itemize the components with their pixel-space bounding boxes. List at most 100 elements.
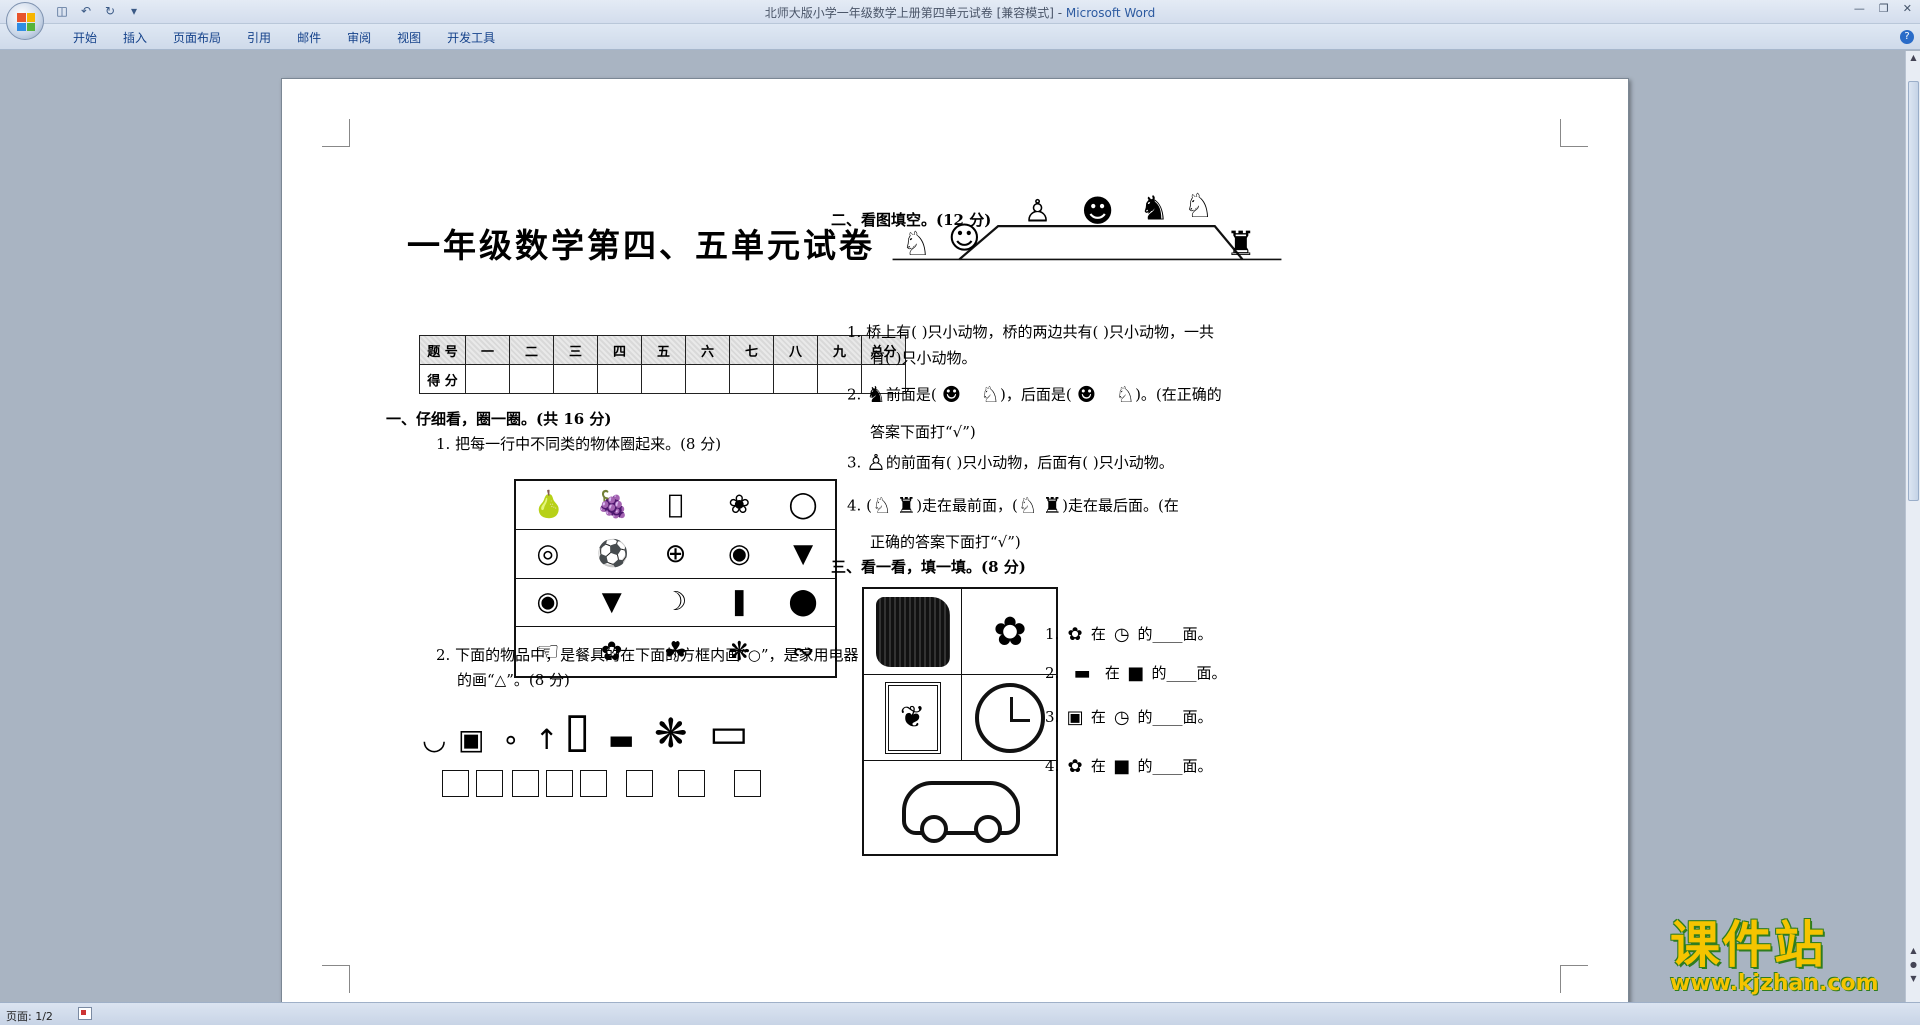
position-grid: ✿ ❦ [862,587,1058,856]
bowl-icon: ◡ [422,723,447,756]
question-text: )走在最后面。(在 [1062,496,1179,515]
margin-corner-mark [322,965,350,993]
score-cell-empty [597,364,642,394]
rice-cooker-icon: ▣ [458,723,485,756]
section-2-question-4: 4. (♘ ♜)走在最前面，(♘ ♜)走在最后面。(在 [847,494,1179,519]
restore-icon[interactable]: ❐ [1879,2,1889,15]
deer-icon: ♘ [1184,186,1214,225]
answer-box[interactable] [546,770,573,797]
minimize-icon[interactable]: — [1854,2,1865,15]
peach-icon: ◯ [788,489,818,520]
document-area: 一年级数学第四、五单元试卷 题 号 一 二 三 四 五 六 七 八 九 总分 得… [0,51,1905,1008]
browse-object-icon[interactable]: ● [1906,958,1920,972]
basketball-icon: ⊕ [664,538,687,569]
classify-row-balls: ◎ ⚽ ⊕ ◉ ▼ [516,530,835,579]
vertical-scrollbar[interactable]: ▲ ▲ ● ▼ [1905,51,1920,1002]
answer-box[interactable] [512,770,539,797]
question-number: 2. [1045,664,1060,682]
spoon-icon: ∘ [502,723,520,756]
cow-icon: ♙ [1024,194,1052,230]
deer-icon: ♘ [980,383,1001,408]
alarm-clock-icon: ◷ [1113,624,1130,645]
carrot-icon: ▼ [601,587,622,618]
next-page-icon[interactable]: ▼ [1906,972,1920,986]
car-icon: ▬ [1073,663,1091,684]
deer-icon: ♘ [1115,383,1136,408]
scrollbar-thumb[interactable] [1908,81,1919,501]
section-1-heading: 一、仔细看，圈一圈。(共 16 分) [386,410,612,428]
classify-row-vegetables: ◉ ▼ ☽ ❚ ⬤ [516,579,835,628]
score-cell: 题 号 [419,335,466,365]
apple-icon:  [660,490,690,520]
section-3-question-3: 3. ▣ 在 ◷ 的____面。 [1045,706,1212,729]
window-title-document: 北师大版小学一年级数学上册第四单元试卷 [兼容模式] - [764,6,1066,20]
refrigerator-icon: ▯ [564,702,591,758]
close-icon[interactable]: ✕ [1903,2,1912,15]
exam-title: 一年级数学第四、五单元试卷 [407,226,875,265]
ribbon: 开始 插入 页面布局 引用 邮件 审阅 视图 开发工具 ? [0,24,1920,50]
scroll-up-icon[interactable]: ▲ [1906,51,1920,65]
picture-frame-icon: ▣ [1066,707,1084,728]
stone-icon: ■ [1127,663,1145,684]
previous-page-icon[interactable]: ▲ [1906,944,1920,958]
car-icon [902,780,1020,843]
question-number: 3. [1045,708,1060,726]
score-cell: 四 [597,335,642,365]
bridge-animals-picture: ♘ ☺ ♙ ☻ ♞ ♘ ♜ [892,186,1282,263]
document-page[interactable]: 一年级数学第四、五单元试卷 题 号 一 二 三 四 五 六 七 八 九 总分 得… [281,78,1629,1008]
question-number: 1. [1045,625,1060,643]
window-title-app: Microsoft Word [1065,6,1156,20]
tab-references[interactable]: 引用 [234,29,284,46]
tab-insert[interactable]: 插入 [110,29,160,46]
pumpkin-icon: ◉ [536,587,560,618]
answer-box[interactable] [734,770,761,797]
question-number: 2. [847,385,862,404]
tab-mailings[interactable]: 邮件 [284,29,334,46]
alarm-clock-icon: ◷ [1113,707,1130,728]
watermark-text: 课件站 [1670,916,1826,974]
classify-row-fruits: 🍐 🍇  ❀ ◯ [516,481,835,530]
office-button[interactable] [6,2,44,40]
margin-corner-mark [1560,965,1588,993]
watermark-url: www.kjzhan.com [1670,971,1879,996]
answer-box[interactable] [580,770,607,797]
question-text: )。(在正确的 [1135,385,1222,404]
rabbit-icon: ♞ [866,383,886,408]
margin-corner-mark [1560,119,1588,147]
goat-icon: ♘ [901,224,931,263]
score-table-score-row: 得 分 [419,364,906,394]
alarm-clock-icon [975,682,1045,753]
section-2-question-2: 2. ♞前面是( ☻ ♘)，后面是( ☻ ♘)。(在正确的 [847,383,1222,408]
proofing-icon[interactable] [78,1007,92,1020]
answer-box[interactable] [678,770,705,797]
help-icon[interactable]: ? [1900,30,1914,44]
section-2-question-1-line-1: 1. 桥上有( )只小动物，桥的两边共有( )只小动物，一共 [847,323,1215,341]
answer-box[interactable] [626,770,653,797]
question-text: 的____面。 [1137,625,1213,643]
tab-page-layout[interactable]: 页面布局 [160,29,234,46]
answer-box[interactable] [442,770,469,797]
flowerpot-icon: ✿ [1067,624,1083,645]
bear-icon: ☺ [948,220,980,256]
rooster-icon: ♜ [1226,224,1256,263]
question-text: 4. ( [847,496,872,515]
question-text: 在 [1090,757,1106,775]
grid-cell-picture-frame: ❦ [864,675,962,761]
grid-cell-flowerpot: ✿ [962,589,1058,675]
page-indicator[interactable]: 页面: 1/2 [6,1008,53,1024]
section-3-question-2: 2. ▬ 在 ■ 的____面。 [1045,662,1226,685]
watermark-logo: 课件站 www.kjzhan.com [1670,918,1900,1000]
question-text: 的前面有( )只小动物，后面有( )只小动物。 [885,453,1174,472]
office-logo-icon [17,13,35,31]
section-2-question-2-line-2: 答案下面打“√”) [870,423,976,441]
tab-developer[interactable]: 开发工具 [434,29,508,46]
question-text: 前面是( [885,385,937,404]
fork-icon: ↑ [535,723,559,756]
tab-view[interactable]: 视图 [384,29,434,46]
tab-review[interactable]: 审阅 [334,29,384,46]
flowerpot-icon: ✿ [1067,756,1083,777]
answer-box[interactable] [476,770,503,797]
window-controls: — ❐ ✕ [1854,2,1912,15]
tab-home[interactable]: 开始 [60,29,110,46]
window-title: 北师大版小学一年级数学上册第四单元试卷 [兼容模式] - Microsoft W… [0,4,1920,21]
